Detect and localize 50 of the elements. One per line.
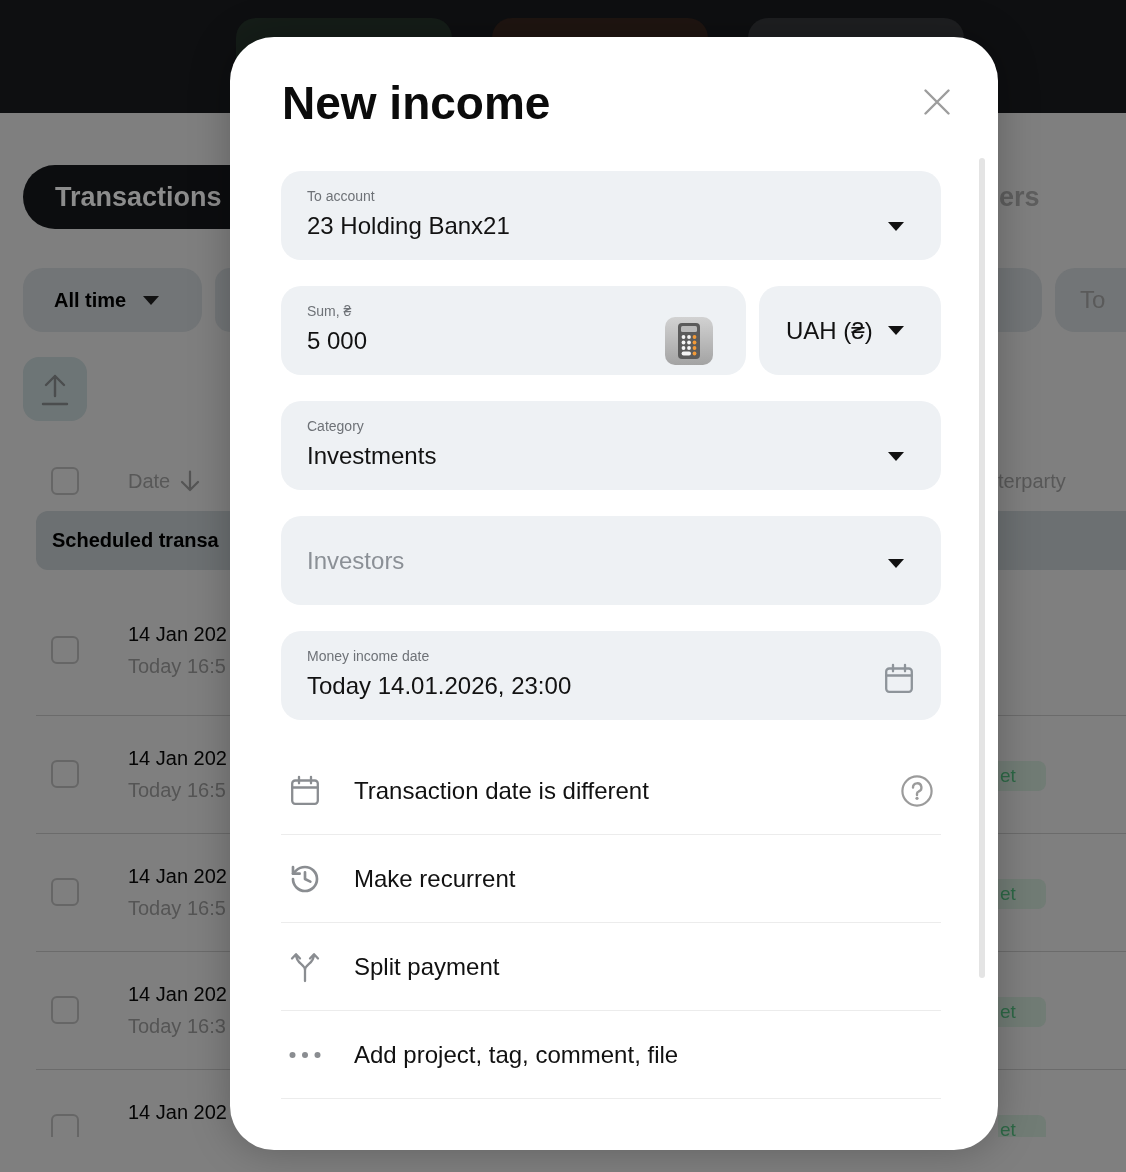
caret-icon [888,559,904,568]
checkbox[interactable] [51,467,79,495]
status-badge: et [998,761,1046,791]
option-button[interactable]: Transaction date is different [289,774,649,807]
tab[interactable]: Transactions [23,165,230,229]
caret-icon [888,452,904,461]
checkbox[interactable] [51,878,79,906]
caret-icon [143,295,160,305]
scrollbar[interactable] [979,158,985,978]
upload-icon [41,372,69,406]
dropdown-field[interactable]: To account 23 Holding Banx21 [281,171,941,260]
checkbox[interactable] [51,636,79,664]
group-header: Scheduled transa [36,511,230,570]
arrow-down-icon[interactable] [179,470,202,492]
more-dots-icon [289,1050,321,1059]
calculator-icon[interactable] [665,317,713,365]
date-text: 14 Jan 202 [128,864,227,889]
date-field[interactable]: Money income date Today 14.01.2026, 23:00 [281,631,941,720]
filter-dropdown[interactable] [998,268,1042,332]
field-label: Category [307,416,364,435]
date-text: 14 Jan 202 [128,622,227,647]
checkbox[interactable] [51,1114,79,1137]
option-button[interactable]: Split payment [289,950,500,983]
date-text: 14 Jan 202 [128,746,227,771]
upload-button[interactable] [23,357,87,421]
amount-field[interactable]: Sum, ₴ 5 000 [281,286,746,375]
checkbox[interactable] [51,760,79,788]
option-button[interactable]: Make recurrent [289,862,516,895]
filter-dropdown[interactable] [215,268,230,332]
calendar-icon [289,774,321,807]
status-badge: et [998,879,1046,909]
currency-dropdown[interactable]: UAH (₴) [759,286,941,375]
status-badge: et [998,1115,1046,1137]
split-arrows-icon [289,950,321,983]
field-label: Money income date [307,646,430,665]
status-badge: et [998,997,1046,1027]
help-icon[interactable] [901,774,933,807]
close-icon [924,89,950,115]
calendar-icon[interactable] [883,663,915,695]
date-text: 14 Jan 202 [128,982,227,1007]
option-button[interactable]: Add project, tag, comment, file [289,1040,679,1069]
date-text: 14 Jan 202 [128,1100,227,1125]
dialog-title: New income [282,76,551,131]
field-label: Sum, ₴ [307,301,352,320]
caret-icon [888,326,904,335]
checkbox[interactable] [51,996,79,1024]
caret-icon [888,222,904,231]
dropdown-field[interactable]: Category Investments [281,401,941,490]
period-dropdown[interactable]: All time [23,268,202,332]
field-label: To account [307,186,375,205]
